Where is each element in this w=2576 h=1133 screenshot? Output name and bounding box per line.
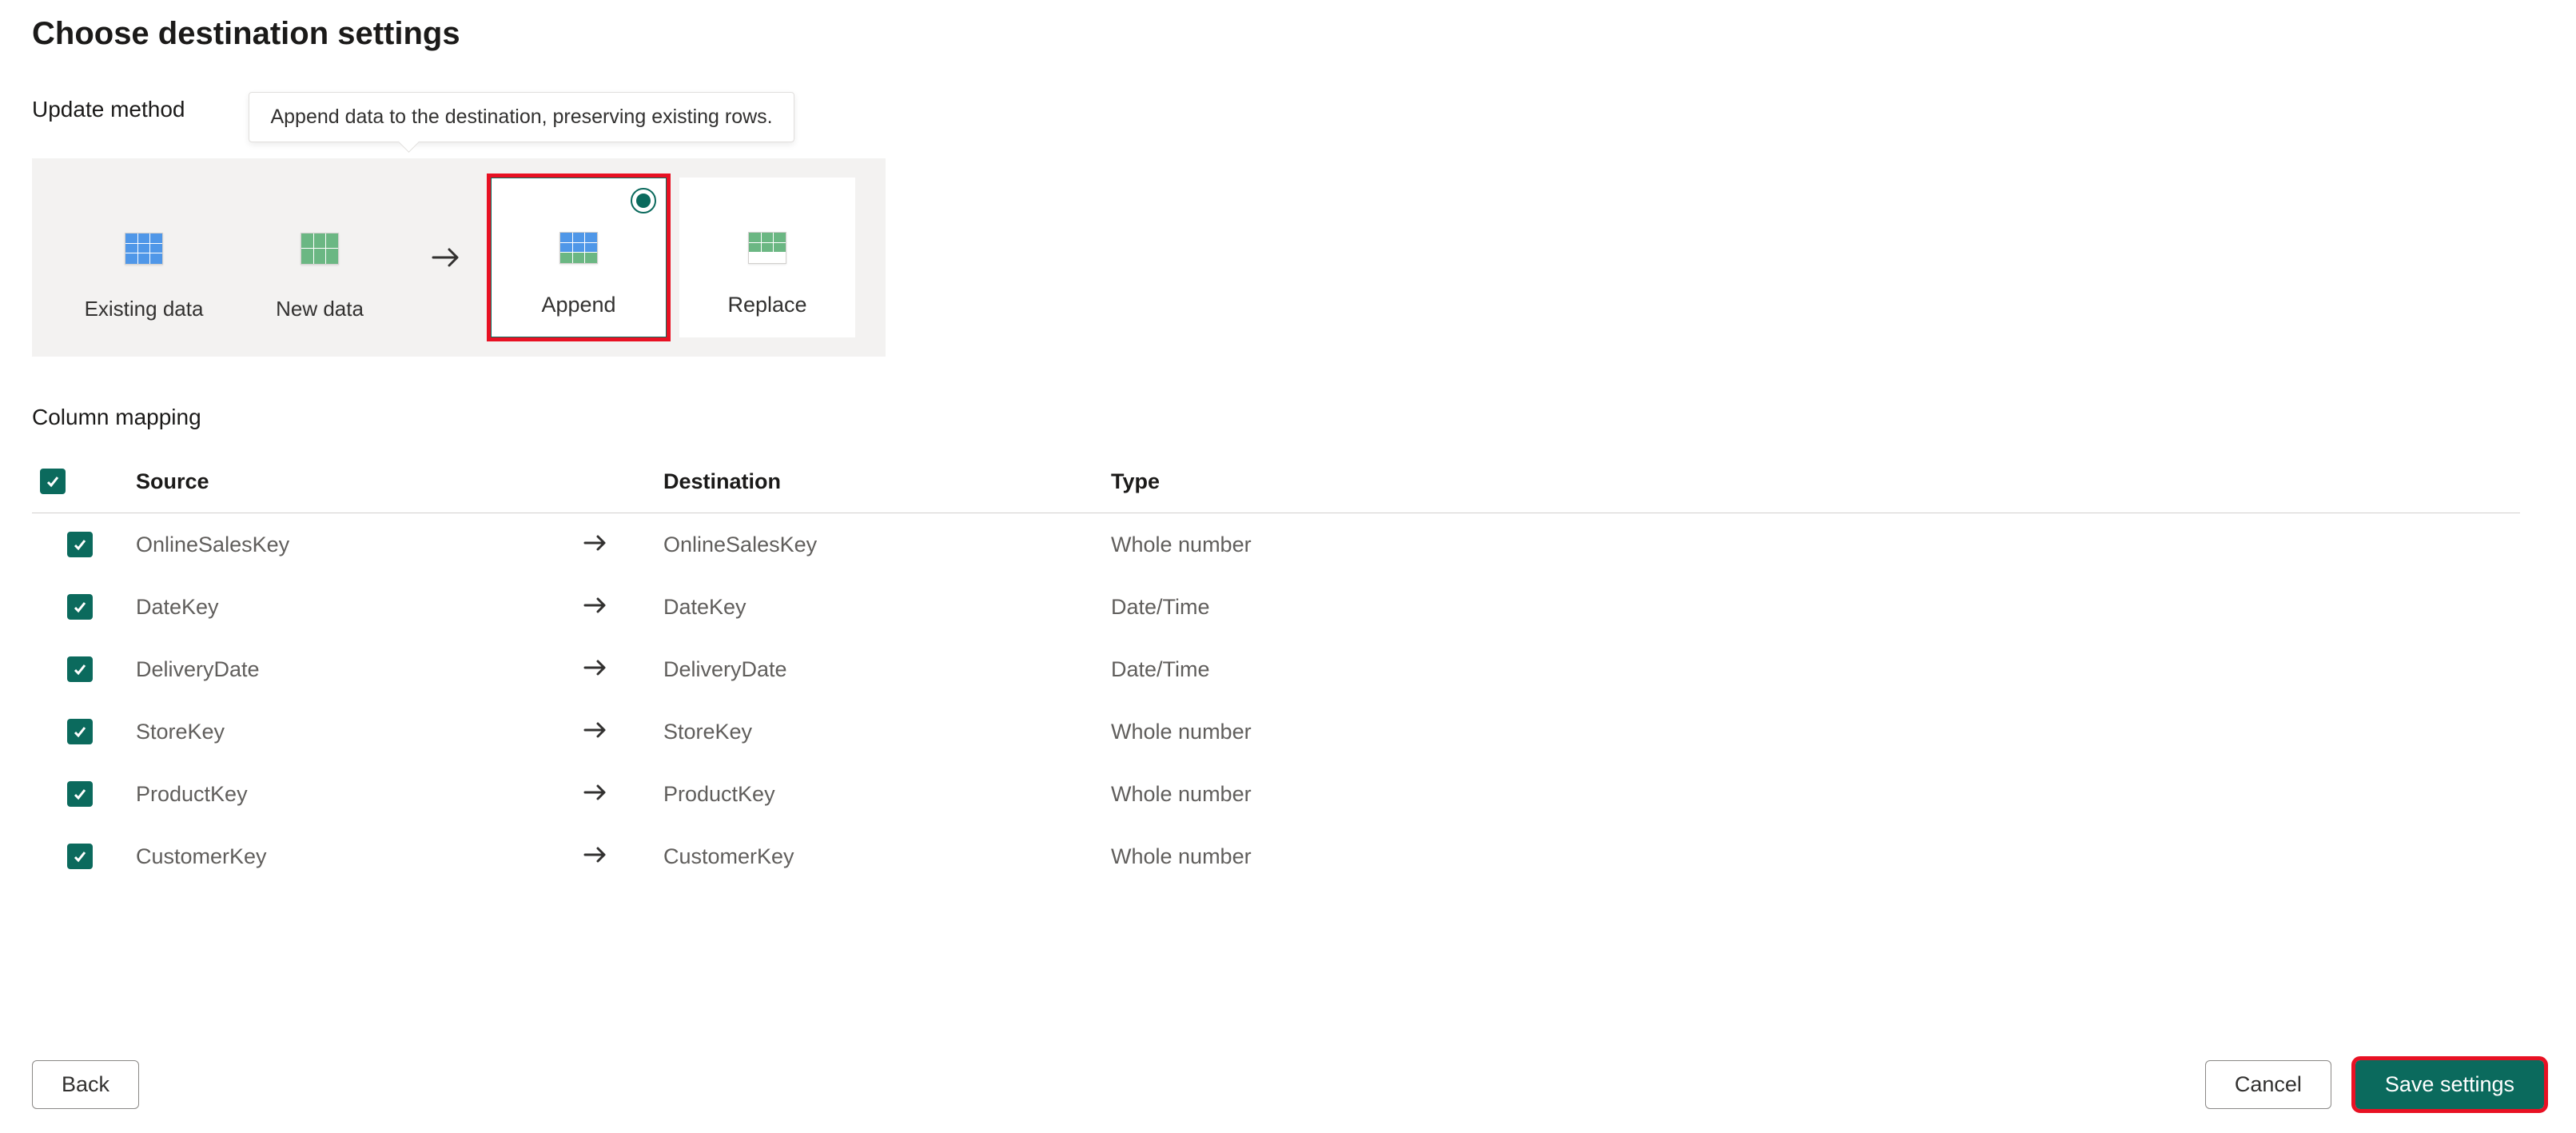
replace-label: Replace (727, 293, 806, 317)
row-checkbox[interactable] (67, 781, 93, 807)
update-method-label: Update method (32, 92, 185, 122)
arrow-right-icon (575, 825, 655, 888)
append-tooltip: Append data to the destination, preservi… (249, 92, 794, 142)
table-row: DeliveryDateDeliveryDateDate/Time (32, 638, 2520, 700)
arrow-right-icon (575, 638, 655, 700)
source-cell: StoreKey (128, 700, 575, 763)
new-data-tile: New data (232, 186, 408, 329)
source-cell: DeliveryDate (128, 638, 575, 700)
update-method-options: Existing data New data Append (32, 158, 2544, 357)
row-checkbox[interactable] (67, 656, 93, 682)
destination-cell: OnlineSalesKey (655, 513, 1103, 576)
save-settings-button[interactable]: Save settings (2355, 1060, 2544, 1109)
arrow-right-icon (575, 700, 655, 763)
type-cell: Date/Time (1103, 576, 2520, 638)
row-checkbox[interactable] (67, 594, 93, 620)
header-type: Type (1103, 454, 2520, 513)
page-title: Choose destination settings (32, 16, 2544, 52)
column-mapping-scroll[interactable]: Source Destination Type OnlineSalesKey On… (32, 454, 2544, 918)
type-cell: Whole number (1103, 825, 2520, 888)
column-mapping-label: Column mapping (32, 405, 2544, 430)
header-source: Source (128, 454, 575, 513)
row-checkbox[interactable] (67, 844, 93, 869)
source-cell: ProductKey (128, 763, 575, 825)
existing-data-label: Existing data (85, 297, 204, 321)
table-row: StoreKeyStoreKeyWhole number (32, 700, 2520, 763)
destination-cell: StoreKey (655, 700, 1103, 763)
column-mapping-table: Source Destination Type OnlineSalesKey On… (32, 454, 2520, 888)
table-icon (125, 233, 163, 265)
table-row: CustomerKeyCustomerKeyWhole number (32, 825, 2520, 888)
radio-selected-icon (631, 188, 656, 213)
table-row: ProductKeyProductKeyWhole number (32, 763, 2520, 825)
header-destination: Destination (655, 454, 1103, 513)
source-cell: CustomerKey (128, 825, 575, 888)
destination-cell: DeliveryDate (655, 638, 1103, 700)
select-all-checkbox[interactable] (40, 469, 66, 494)
cancel-button[interactable]: Cancel (2205, 1060, 2331, 1109)
append-label: Append (541, 293, 615, 317)
type-cell: Whole number (1103, 513, 2520, 576)
existing-data-tile: Existing data (56, 186, 232, 329)
destination-cell: ProductKey (655, 763, 1103, 825)
new-data-label: New data (276, 297, 364, 321)
replace-option[interactable]: Replace (679, 178, 855, 337)
arrow-right-icon (575, 576, 655, 638)
arrow-right-icon (408, 246, 484, 269)
destination-cell: CustomerKey (655, 825, 1103, 888)
row-checkbox[interactable] (67, 532, 93, 557)
source-cell: DateKey (128, 576, 575, 638)
arrow-right-icon (575, 513, 655, 576)
source-cell: OnlineSalesKey (128, 513, 575, 576)
table-icon (301, 233, 339, 265)
data-preview-group: Existing data New data Append (32, 158, 886, 357)
table-row: OnlineSalesKeyOnlineSalesKeyWhole number (32, 513, 2520, 576)
type-cell: Whole number (1103, 700, 2520, 763)
row-checkbox[interactable] (67, 719, 93, 744)
table-icon (559, 232, 598, 264)
arrow-right-icon (575, 763, 655, 825)
back-button[interactable]: Back (32, 1060, 139, 1109)
destination-cell: DateKey (655, 576, 1103, 638)
table-icon (748, 232, 786, 264)
table-row: DateKeyDateKeyDate/Time (32, 576, 2520, 638)
type-cell: Whole number (1103, 763, 2520, 825)
append-option[interactable]: Append (491, 178, 667, 337)
type-cell: Date/Time (1103, 638, 2520, 700)
